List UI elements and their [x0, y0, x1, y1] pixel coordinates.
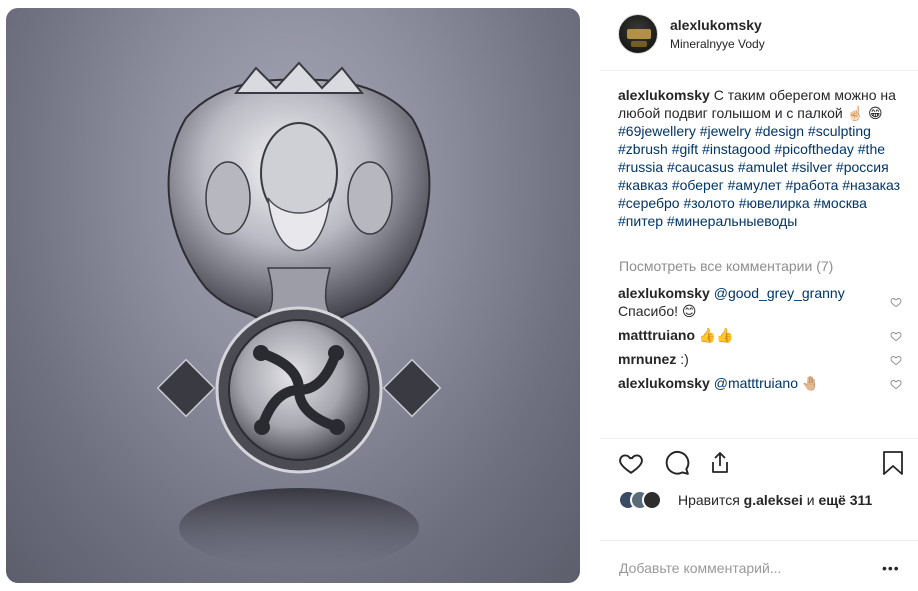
likes-row: Нравится g.aleksei и ещё 311: [618, 490, 908, 510]
likes-user[interactable]: g.aleksei: [744, 492, 803, 508]
hashtag-link[interactable]: #ювелирка: [739, 195, 810, 211]
comment-item: matttruiano 👍👍: [618, 326, 908, 344]
hashtag-link[interactable]: #серебро: [618, 195, 680, 211]
hashtag-link[interactable]: #silver: [792, 159, 832, 175]
comment-text: 👍👍: [698, 327, 734, 343]
post-image[interactable]: [6, 8, 580, 583]
hashtag-link[interactable]: #design: [755, 123, 804, 139]
liker-avatar[interactable]: [642, 490, 662, 510]
hashtag-link[interactable]: #the: [858, 141, 885, 157]
hashtag-link[interactable]: #jewelry: [700, 123, 751, 139]
bookmark-icon[interactable]: [882, 450, 904, 476]
action-bar: [618, 450, 908, 478]
hashtag-link[interactable]: #минеральныеводы: [667, 213, 797, 229]
header-divider: [600, 70, 918, 71]
hashtag-link[interactable]: #амулет: [728, 177, 782, 193]
hashtag-link[interactable]: #69jewellery: [618, 123, 696, 139]
comment-text: :): [680, 351, 689, 367]
hashtag-link[interactable]: #кавказ: [618, 177, 668, 193]
actions-divider: [600, 438, 918, 439]
comment-item: mrnunez :): [618, 350, 908, 368]
hashtag-link[interactable]: #работа: [785, 177, 838, 193]
comment-username[interactable]: alexlukomsky: [618, 375, 710, 391]
comment-like-heart-icon[interactable]: [890, 296, 902, 308]
comment-mention[interactable]: @good_grey_granny: [714, 285, 845, 301]
hashtag-link[interactable]: #оберег: [672, 177, 724, 193]
comment-username[interactable]: mrnunez: [618, 351, 676, 367]
comment-username[interactable]: alexlukomsky: [618, 285, 710, 301]
comment-item: alexlukomsky @matttruiano 🤚🏼: [618, 374, 908, 392]
amulet-render: [156, 61, 442, 568]
comment-text: Спасибо! 😊: [618, 303, 697, 319]
likes-count[interactable]: ещё 311: [818, 492, 872, 508]
hashtag-link[interactable]: #назаказ: [842, 177, 900, 193]
comment-item: alexlukomsky @good_grey_granny Спасибо! …: [618, 284, 908, 320]
caption-hashtags: #69jewellery #jewelry #design #sculpting…: [618, 123, 900, 229]
caption-username[interactable]: alexlukomsky: [618, 87, 710, 103]
post-sidebar: alexlukomsky Mineralnyye Vody alexlukoms…: [600, 0, 918, 591]
hashtag-link[interactable]: #россия: [836, 159, 889, 175]
comment-like-heart-icon[interactable]: [890, 330, 902, 342]
avatar[interactable]: [618, 14, 658, 54]
post-username[interactable]: alexlukomsky: [670, 17, 762, 33]
hashtag-link[interactable]: #zbrush: [618, 141, 668, 157]
more-options-button[interactable]: •••: [882, 560, 900, 576]
comment-like-heart-icon[interactable]: [890, 354, 902, 366]
post-location[interactable]: Mineralnyye Vody: [670, 37, 765, 51]
comment-mention[interactable]: @matttruiano: [714, 375, 798, 391]
likes-prefix: Нравится: [678, 492, 744, 508]
hashtag-link[interactable]: #amulet: [738, 159, 788, 175]
comment-username[interactable]: matttruiano: [618, 327, 695, 343]
post-header: alexlukomsky Mineralnyye Vody: [618, 14, 908, 54]
heart-icon[interactable]: [618, 450, 644, 476]
comment-bubble-icon[interactable]: [664, 450, 690, 476]
hashtag-link[interactable]: #caucasus: [667, 159, 734, 175]
hashtag-link[interactable]: #instagood: [702, 141, 771, 157]
add-comment-input[interactable]: Добавьте комментарий...: [619, 560, 781, 576]
comment-like-heart-icon[interactable]: [890, 378, 902, 390]
view-all-comments-link[interactable]: Посмотреть все комментарии (7): [619, 258, 833, 274]
likes-middle: и: [802, 492, 819, 508]
hashtag-link[interactable]: #gift: [672, 141, 698, 157]
comment-text: 🤚🏼: [801, 375, 820, 391]
hashtag-link[interactable]: #золото: [683, 195, 734, 211]
post-caption: alexlukomsky С таким оберегом можно на л…: [618, 86, 910, 230]
likes-text[interactable]: Нравится g.aleksei и ещё 311: [678, 492, 872, 508]
hashtag-link[interactable]: #москва: [814, 195, 867, 211]
hashtag-link[interactable]: #питер: [618, 213, 663, 229]
hashtag-link[interactable]: #russia: [618, 159, 663, 175]
share-icon[interactable]: [708, 450, 732, 476]
comment-input-divider: [600, 540, 918, 541]
hashtag-link[interactable]: #picoftheday: [774, 141, 853, 157]
hashtag-link[interactable]: #sculpting: [808, 123, 871, 139]
